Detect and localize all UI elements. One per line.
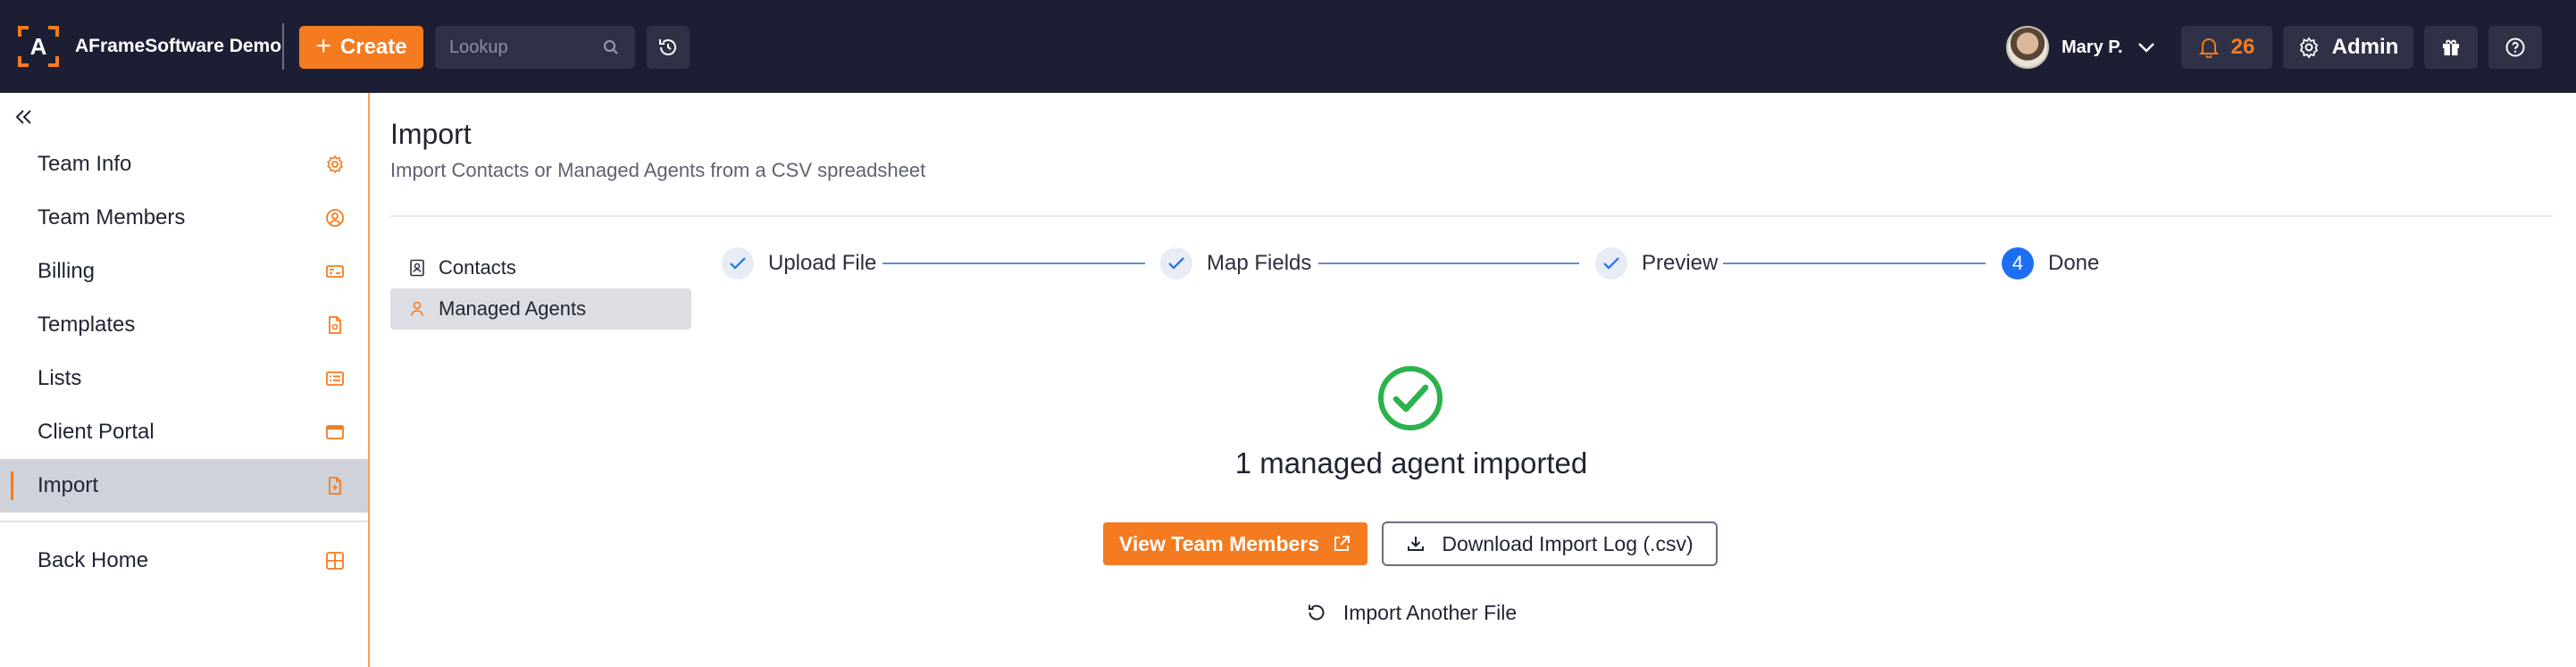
history-icon [659,39,676,55]
agent-icon [410,301,424,317]
sidebar-item-label: Back Home [38,548,149,572]
import-file-icon [329,477,341,495]
external-link-icon [1334,536,1351,551]
sidebar-item-lists[interactable]: Lists [0,352,368,405]
sidebar-item-team-info[interactable]: Team Info [0,138,368,191]
sidebar-item-label: Templates [38,313,136,337]
step-connector [882,263,1145,264]
sidebar-item-back-home[interactable]: Back Home [0,534,368,588]
brand-logo[interactable]: A AFrameSoftware Demo [18,25,281,68]
lookup-search[interactable] [435,26,635,69]
restart-icon [1308,604,1325,621]
import-result-message: 1 managed agent imported [1234,446,1588,479]
sidebar-item-client-portal[interactable]: Client Portal [0,405,368,459]
sidebar-item-label: Client Portal [38,420,155,444]
avatar [2006,26,2049,69]
user-name: Mary P. [2062,37,2123,57]
help-icon [2505,38,2525,57]
check-icon [1168,257,1184,270]
lookup-input[interactable] [449,26,592,69]
admin-label: Admin [2331,35,2399,59]
brand-mark-icon: A [18,26,59,67]
grid-home-icon [326,552,344,570]
sidebar-item-billing[interactable]: Billing [0,245,368,298]
step-connector [1723,263,1986,264]
download-import-log-label: Download Import Log (.csv) [1442,531,1694,555]
page-subtitle: Import Contacts or Managed Agents from a… [390,159,926,181]
settings-sidebar: Team Info Team Members Billing Templates [0,93,370,667]
gear-icon [2299,37,2318,58]
brand-initial: A [29,33,47,60]
header-divider [282,23,284,70]
notifications-button[interactable]: 26 [2181,26,2272,69]
notification-count: 26 [2230,35,2255,59]
sidebar-item-label: Lists [38,366,82,390]
subnav-item-label: Managed Agents [439,297,587,320]
contact-book-icon [410,259,424,277]
view-team-members-label: View Team Members [1118,531,1320,555]
step-label: Preview [1642,251,1719,275]
sidebar-item-label: Import [38,473,99,497]
subnav-item-label: Contacts [439,256,516,279]
step-complete-marker [722,247,754,279]
sidebar-divider [0,521,368,522]
sidebar-item-templates[interactable]: Templates [0,298,368,352]
step-label: Map Fields [1207,251,1312,275]
sidebar-item-import[interactable]: Import [0,459,368,513]
step-upload-file: Upload File [722,247,876,279]
sidebar-item-team-members[interactable]: Team Members [0,191,368,245]
header-divider [390,215,2553,217]
step-complete-marker [1160,247,1192,279]
admin-button[interactable]: Admin [2283,26,2413,69]
sidebar-item-label: Team Info [38,152,132,176]
plus-icon: + [315,30,331,61]
list-icon [326,371,344,386]
success-check-icon [1378,366,1443,430]
check-icon [730,257,746,270]
gear-icon [327,154,343,174]
create-button-label: Create [339,35,407,59]
step-done: 4 Done [2002,247,2099,279]
user-circle-icon [326,209,344,227]
user-menu[interactable]: Mary P. [2006,23,2155,71]
search-icon[interactable] [603,39,619,55]
create-button[interactable]: + Create [299,26,423,69]
download-icon [1408,537,1425,551]
step-current-marker: 4 [2002,247,2034,279]
download-import-log-button[interactable]: Download Import Log (.csv) [1382,521,1718,566]
step-label: Upload File [768,251,877,275]
step-preview: Preview [1595,247,1718,279]
top-navigation-bar: A AFrameSoftware Demo + Create Mary P. [0,0,2576,93]
import-another-file-button[interactable]: Import Another File [1286,595,1536,630]
recent-history-button[interactable] [647,26,690,69]
import-another-file-label: Import Another File [1342,600,1518,624]
gift-icon [2443,39,2459,55]
check-icon [1603,257,1619,270]
step-map-fields: Map Fields [1160,247,1311,279]
document-icon [329,316,341,334]
sidebar-item-label: Team Members [38,205,186,229]
view-team-members-button[interactable]: View Team Members [1103,522,1367,565]
bell-icon [2198,38,2219,58]
help-button[interactable] [2488,26,2542,69]
gift-button[interactable] [2424,26,2478,69]
portal-icon [326,425,344,439]
subnav-item-contacts[interactable]: Contacts [390,247,691,288]
subnav-item-managed-agents[interactable]: Managed Agents [390,288,691,329]
collapse-sidebar-icon[interactable] [11,104,38,130]
sidebar-item-label: Billing [38,259,96,283]
brand-name: AFrameSoftware Demo [75,36,282,56]
step-complete-marker [1595,247,1627,279]
page-title: Import [390,118,472,150]
billing-card-icon [326,265,344,278]
chevron-down-icon [2137,43,2154,53]
step-connector [1318,263,1579,264]
step-label: Done [2048,251,2100,275]
